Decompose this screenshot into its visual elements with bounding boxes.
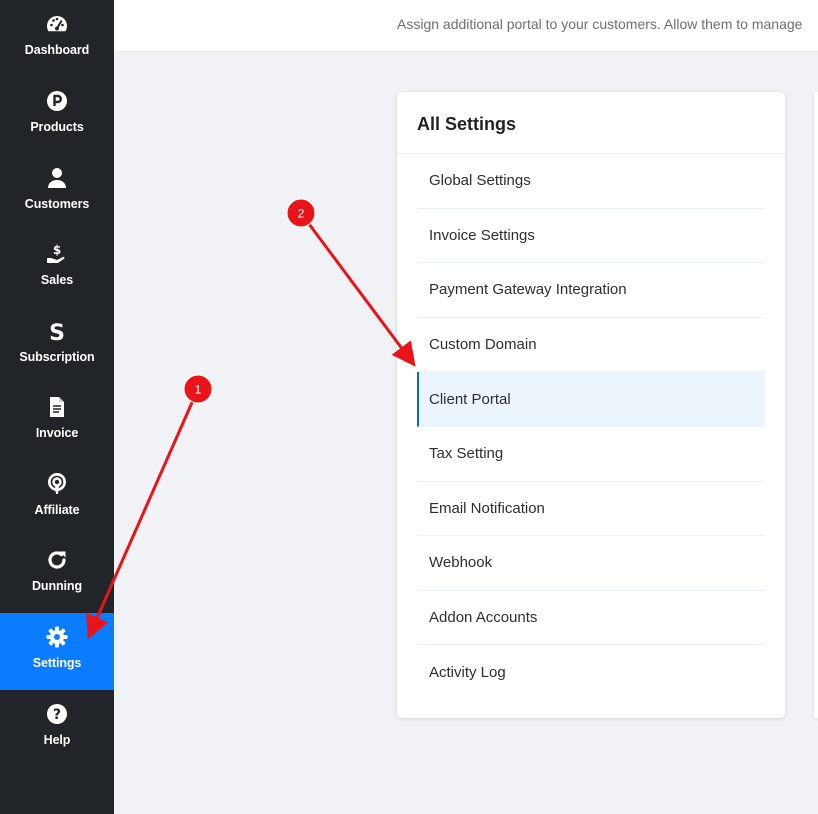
settings-item-global-settings[interactable]: Global Settings: [417, 154, 765, 209]
panel-title: All Settings: [417, 114, 517, 134]
broadcast-icon: [45, 472, 69, 496]
settings-item-addon-accounts[interactable]: Addon Accounts: [417, 591, 765, 646]
hand-dollar-icon: $: [45, 242, 69, 266]
svg-text:S: S: [49, 321, 65, 343]
sidebar-item-dashboard[interactable]: Dashboard: [0, 0, 114, 77]
sidebar-item-products[interactable]: Products: [0, 77, 114, 154]
page-subtitle: Assign additional portal to your custome…: [397, 16, 803, 32]
dashboard-gauge-icon: [45, 12, 69, 36]
sidebar-item-invoice[interactable]: Invoice: [0, 383, 114, 460]
products-p-icon: [45, 89, 69, 113]
step-1-badge: 1: [183, 374, 213, 404]
settings-item-email-notification[interactable]: Email Notification: [417, 482, 765, 537]
sidebar-item-label: Customers: [24, 197, 90, 211]
sidebar-item-label: Sales: [40, 273, 74, 287]
sidebar-item-sales[interactable]: $ Sales: [0, 230, 114, 307]
settings-item-custom-domain[interactable]: Custom Domain: [417, 318, 765, 373]
sidebar-item-label: Help: [43, 733, 71, 747]
user-icon: [45, 166, 69, 190]
sidebar-item-help[interactable]: ? Help: [0, 690, 114, 767]
sidebar-item-label: Dunning: [32, 579, 82, 593]
sidebar-item-customers[interactable]: Customers: [0, 154, 114, 231]
top-bar: Assign additional portal to your custome…: [114, 0, 818, 52]
sidebar-item-subscription[interactable]: S Subscription: [0, 307, 114, 384]
sidebar-item-label: Settings: [32, 656, 82, 670]
question-icon: ?: [45, 702, 69, 726]
settings-item-payment-gateway-integration[interactable]: Payment Gateway Integration: [417, 263, 765, 318]
sidebar-item-label: Invoice: [35, 426, 79, 440]
settings-item-tax-setting[interactable]: Tax Setting: [417, 427, 765, 482]
all-settings-panel: All Settings Global Settings Invoice Set…: [397, 92, 785, 718]
svg-text:?: ?: [53, 707, 61, 723]
sidebar: Dashboard Products Customers $ Sales S S…: [0, 0, 114, 814]
sidebar-item-label: Subscription: [19, 350, 95, 364]
sidebar-item-settings[interactable]: Settings: [0, 613, 114, 690]
step-2-number: 2: [298, 207, 305, 221]
step-1-number: 1: [195, 383, 202, 397]
settings-item-webhook[interactable]: Webhook: [417, 536, 765, 591]
sidebar-item-label: Products: [30, 120, 84, 134]
svg-text:$: $: [53, 243, 61, 257]
step-2-badge: 2: [286, 198, 316, 228]
subscription-s-icon: S: [45, 319, 69, 343]
gear-icon: [45, 625, 69, 649]
document-icon: [45, 395, 69, 419]
sidebar-item-dunning[interactable]: Dunning: [0, 536, 114, 613]
content-panel-edge: [814, 92, 818, 718]
sidebar-item-label: Dashboard: [24, 43, 90, 57]
settings-item-client-portal[interactable]: Client Portal: [417, 372, 765, 427]
sidebar-item-affiliate[interactable]: Affiliate: [0, 460, 114, 537]
settings-item-invoice-settings[interactable]: Invoice Settings: [417, 209, 765, 264]
sidebar-item-label: Affiliate: [34, 503, 80, 517]
refresh-icon: [45, 548, 69, 572]
settings-item-activity-log[interactable]: Activity Log: [417, 645, 765, 700]
settings-list: Global Settings Invoice Settings Payment…: [417, 154, 765, 700]
